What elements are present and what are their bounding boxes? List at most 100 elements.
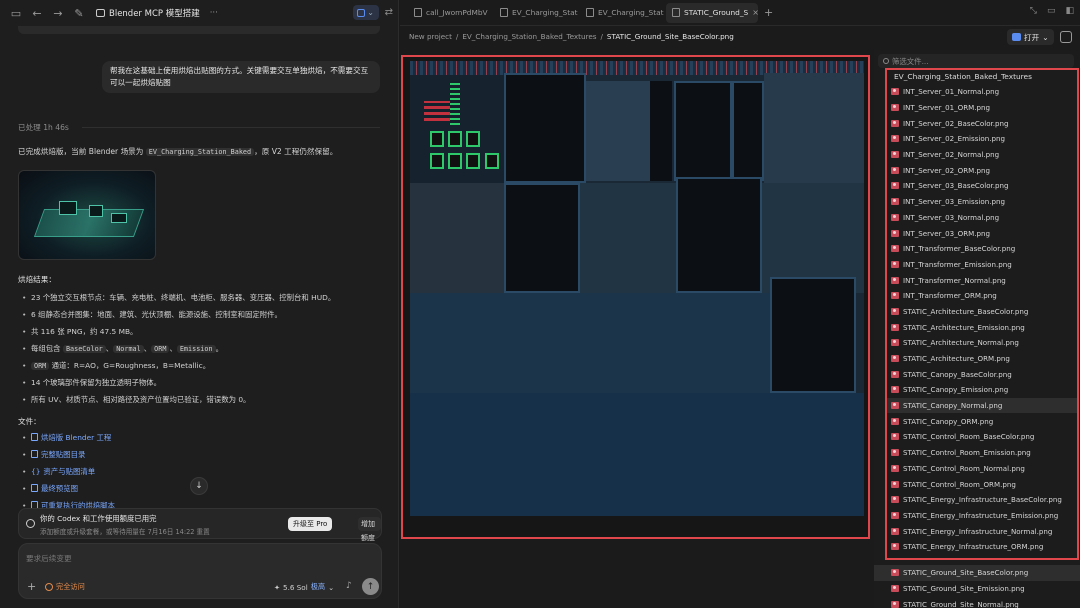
file-link[interactable]: {}资产与贴图清单 bbox=[22, 466, 115, 483]
image-file-icon bbox=[891, 402, 899, 410]
add-attachment-icon[interactable]: + bbox=[27, 580, 36, 593]
file-item-selected[interactable]: STATIC_Canopy_Normal.png bbox=[886, 397, 1078, 414]
open-button[interactable]: 打开 ⌄ bbox=[1007, 29, 1054, 45]
new-chat-icon[interactable]: ✎ bbox=[71, 5, 87, 21]
file-item[interactable]: INT_Server_02_BaseColor.png bbox=[886, 115, 1078, 131]
image-file-icon bbox=[891, 245, 899, 253]
back-arrow-icon[interactable]: ← bbox=[29, 5, 45, 21]
image-file-icon bbox=[891, 496, 899, 504]
file-item[interactable]: INT_Transformer_ORM.png bbox=[886, 288, 1078, 304]
scroll-down-button[interactable]: ↓ bbox=[190, 477, 208, 495]
file-item[interactable]: STATIC_Ground_Site_Normal.png bbox=[874, 596, 1080, 608]
add-quota-button[interactable]: 增加额度 bbox=[358, 517, 381, 542]
file-link[interactable]: 最终预览图 bbox=[22, 483, 115, 500]
panel-toggle-icon[interactable]: ◧ bbox=[1065, 6, 1074, 16]
file-item[interactable]: INT_Server_02_ORM.png bbox=[886, 162, 1078, 178]
result-text: 通道：R=AO，G=Roughness，B=Metallic。 bbox=[51, 361, 211, 370]
file-item[interactable]: INT_Transformer_Emission.png bbox=[886, 257, 1078, 273]
processed-time[interactable]: 已处理 1h 46s bbox=[18, 122, 69, 133]
file-item[interactable]: INT_Server_03_BaseColor.png bbox=[886, 178, 1078, 194]
file-item[interactable]: STATIC_Control_Room_Emission.png bbox=[886, 445, 1078, 461]
app-icon bbox=[1012, 33, 1021, 41]
file-item[interactable]: INT_Server_03_ORM.png bbox=[886, 225, 1078, 241]
file-item[interactable]: STATIC_Ground_Site_Emission.png bbox=[874, 581, 1080, 597]
texture-block bbox=[485, 153, 499, 169]
tab-file[interactable]: EV_Charging_Stat bbox=[580, 3, 666, 23]
file-link[interactable]: 烘焙版 Blender 工程 bbox=[22, 432, 115, 449]
channel-code: ORM bbox=[151, 345, 170, 353]
file-icon bbox=[414, 8, 422, 17]
image-file-icon bbox=[891, 135, 899, 143]
close-tab-icon[interactable]: × bbox=[752, 8, 758, 17]
window-icon[interactable]: ▭ bbox=[1047, 6, 1056, 16]
forward-arrow-icon[interactable]: → bbox=[50, 5, 66, 21]
image-file-icon bbox=[891, 449, 899, 457]
file-item[interactable]: STATIC_Control_Room_BaseColor.png bbox=[886, 429, 1078, 445]
tab-file[interactable]: call_JwomPdMbV bbox=[408, 3, 494, 23]
diff-icon[interactable]: ⇄ bbox=[385, 7, 393, 18]
file-item[interactable]: STATIC_Control_Room_Normal.png bbox=[886, 461, 1078, 477]
tab-file[interactable]: EV_Charging_Stat bbox=[494, 3, 580, 23]
more-options-icon[interactable]: ··· bbox=[210, 8, 218, 18]
file-item[interactable]: STATIC_Energy_Infrastructure_BaseColor.p… bbox=[886, 492, 1078, 508]
model-selector[interactable]: ✦ 5.6 Sol 极高 ⌄ bbox=[274, 582, 334, 592]
file-link-label: 资产与贴图清单 bbox=[43, 467, 96, 476]
image-file-icon bbox=[891, 355, 899, 363]
image-file-icon bbox=[891, 527, 899, 535]
result-item: 23 个独立交互根节点：车辆、充电桩、终端机、电池柜、服务器、变压器、控制台和 … bbox=[22, 292, 335, 309]
file-item[interactable]: STATIC_Canopy_Emission.png bbox=[886, 382, 1078, 398]
file-link[interactable]: 完整贴图目录 bbox=[22, 449, 115, 466]
file-item[interactable]: INT_Server_03_Normal.png bbox=[886, 210, 1078, 226]
folder-name[interactable]: EV_Charging_Station_Baked_Textures bbox=[894, 72, 1032, 81]
breadcrumb-item[interactable]: New project bbox=[409, 32, 452, 41]
file-item[interactable]: STATIC_Energy_Infrastructure_ORM.png bbox=[886, 539, 1078, 555]
copy-icon[interactable] bbox=[1060, 31, 1072, 43]
file-name: STATIC_Canopy_Emission.png bbox=[903, 385, 1009, 395]
filter-input[interactable]: 筛选文件... bbox=[878, 54, 1074, 68]
file-item[interactable]: STATIC_Architecture_Normal.png bbox=[886, 335, 1078, 351]
file-item-current[interactable]: STATIC_Ground_Site_BaseColor.png bbox=[874, 565, 1080, 581]
send-button[interactable]: ↑ bbox=[362, 578, 379, 595]
quota-icon bbox=[26, 519, 35, 528]
result-text: 每组包含 bbox=[31, 344, 61, 353]
breadcrumb-item[interactable]: EV_Charging_Station_Baked_Textures bbox=[462, 32, 596, 41]
tab-active[interactable]: STATIC_Ground_S × bbox=[666, 2, 758, 23]
file-item[interactable]: STATIC_Canopy_BaseColor.png bbox=[886, 366, 1078, 382]
collapse-icon[interactable]: ⤡ bbox=[1030, 6, 1037, 16]
file-item[interactable]: STATIC_Energy_Infrastructure_Emission.pn… bbox=[886, 508, 1078, 524]
file-name: STATIC_Canopy_Normal.png bbox=[903, 401, 1003, 411]
file-item[interactable]: INT_Server_02_Normal.png bbox=[886, 147, 1078, 163]
file-item[interactable]: STATIC_Energy_Infrastructure_Normal.png bbox=[886, 523, 1078, 539]
file-item[interactable]: INT_Server_02_Emission.png bbox=[886, 131, 1078, 147]
texture-block bbox=[466, 131, 480, 147]
file-item[interactable]: STATIC_Architecture_ORM.png bbox=[886, 351, 1078, 367]
composer-placeholder[interactable]: 要求后续变更 bbox=[26, 553, 72, 564]
access-mode-label: 完全访问 bbox=[56, 582, 85, 591]
file-item[interactable]: STATIC_Canopy_ORM.png bbox=[886, 413, 1078, 429]
image-file-icon bbox=[891, 198, 899, 206]
image-file-icon bbox=[891, 151, 899, 159]
new-tab-icon[interactable]: + bbox=[764, 6, 773, 19]
file-name: STATIC_Energy_Infrastructure_ORM.png bbox=[903, 542, 1044, 552]
file-item[interactable]: INT_Server_01_Normal.png bbox=[886, 84, 1078, 100]
image-file-icon bbox=[891, 307, 899, 315]
search-icon bbox=[883, 58, 889, 64]
scene-name-code: EV_Charging_Station_Baked bbox=[145, 148, 255, 156]
file-item[interactable]: INT_Server_03_Emission.png bbox=[886, 194, 1078, 210]
file-item[interactable]: INT_Transformer_Normal.png bbox=[886, 272, 1078, 288]
result-text-end: 。 bbox=[215, 344, 223, 353]
preview-thumbnail[interactable] bbox=[18, 170, 156, 260]
file-item[interactable]: STATIC_Architecture_Emission.png bbox=[886, 319, 1078, 335]
access-mode-button[interactable]: 完全访问 bbox=[45, 582, 85, 592]
sidebar-toggle-icon[interactable]: ▭ bbox=[8, 5, 24, 21]
microphone-icon[interactable]: ♪ bbox=[346, 581, 352, 591]
file-item[interactable]: STATIC_Architecture_BaseColor.png bbox=[886, 304, 1078, 320]
open-editor-button[interactable]: ⌄ bbox=[352, 5, 379, 20]
composer[interactable]: 要求后续变更 + 完全访问 ✦ 5.6 Sol 极高 ⌄ ♪ ↑ bbox=[18, 543, 382, 599]
upgrade-pro-button[interactable]: 升级至 Pro bbox=[288, 517, 333, 531]
file-item[interactable]: INT_Server_01_ORM.png bbox=[886, 100, 1078, 116]
file-item[interactable]: INT_Transformer_BaseColor.png bbox=[886, 241, 1078, 257]
effort-label: 极高 bbox=[310, 582, 326, 591]
file-item[interactable]: STATIC_Control_Room_ORM.png bbox=[886, 476, 1078, 492]
image-file-icon bbox=[891, 585, 899, 593]
